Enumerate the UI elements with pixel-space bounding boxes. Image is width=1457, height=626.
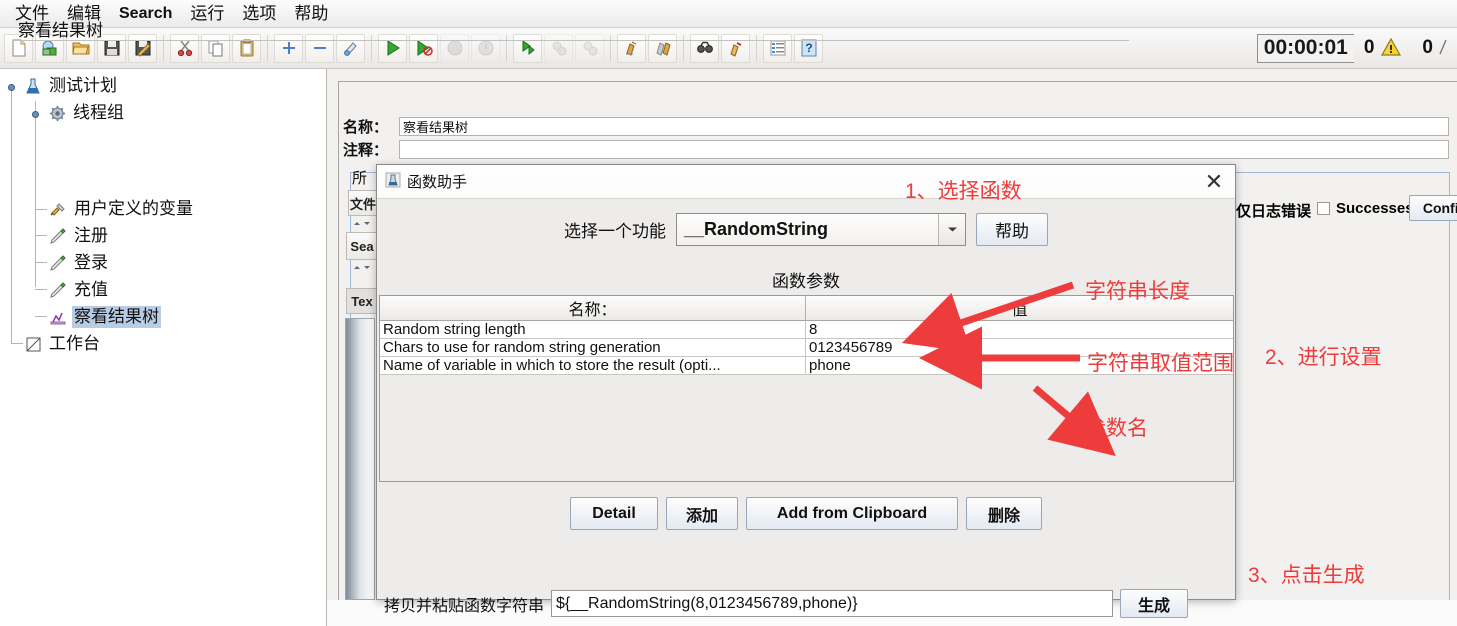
generated-string-input[interactable]: ${__RandomString(8,0123456789,phone)} [551,590,1114,617]
http-request-icon [48,281,68,299]
svg-text:?: ? [805,41,812,55]
generate-button[interactable]: 生成 [1120,589,1189,618]
tree-node-label: 充值 [74,280,108,299]
param-name: Name of variable in which to store the r… [380,357,806,374]
function-select-combo[interactable]: __RandomString [676,213,966,246]
successes-checkbox[interactable]: Successes [1317,200,1414,217]
workbench-icon [23,335,43,353]
warning-count-value: 0 [1363,37,1375,58]
detail-button[interactable]: Detail [570,497,658,530]
add-button[interactable]: 添加 [666,497,738,530]
search-tab[interactable]: Sea [346,232,378,260]
param-name: Random string length [380,321,806,338]
dialog-button-row: Detail 添加 Add from Clipboard 删除 [377,497,1235,530]
user-variables-icon [48,200,68,218]
function-select-row: 选择一个功能 __RandomString 帮助 [377,213,1235,246]
tree-line [35,209,47,210]
tree-node-login[interactable]: 登录 [48,250,110,276]
function-helper-app-icon [385,172,401,191]
tree-node-test-plan[interactable]: 测试计划 [23,73,119,99]
annotation-step-2: 2、进行设置 [1265,346,1382,369]
config-button[interactable]: Config [1409,195,1457,221]
dialog-title-text: 函数助手 [407,174,468,191]
tree-expand-handle-test-plan[interactable] [7,80,16,91]
tree-node-label: 察看结果树 [72,306,161,328]
tree-node-register[interactable]: 注册 [48,223,110,249]
tree-node-label: 用户定义的变量 [74,199,193,218]
add-from-clipboard-button[interactable]: Add from Clipboard [746,497,958,530]
search-spinner[interactable] [348,262,376,273]
close-icon[interactable]: ✕ [1201,169,1227,194]
generated-string-label: 拷贝并粘贴函数字符串 [384,597,545,615]
tree-line [11,89,12,343]
name-label: 名称： [343,118,389,136]
checkbox-box[interactable] [1317,202,1330,215]
all-label: 所 [352,170,368,187]
status-area: 00:00:01 0 0 [1256,30,1457,66]
tree-node-label: 线程组 [73,103,124,122]
tree-node-user-variables[interactable]: 用户定义的变量 [48,196,195,222]
tree-node-view-results-tree[interactable]: 察看结果树 [48,304,161,330]
threads-icon [1439,37,1447,60]
tree-node-label: 登录 [74,253,108,272]
comment-row: 注释： [343,138,1457,160]
tree-line [35,235,47,236]
tree-node-thread-group[interactable]: 线程组 [47,100,126,126]
tree-line [35,262,47,263]
file-spinner[interactable] [348,218,376,229]
tree-node-label: 工作台 [49,334,100,353]
log-errors-label: 仅日志错误 [1236,200,1311,221]
annotation-param-name: 参数名 [1085,417,1148,440]
column-header-name[interactable]: 名称： [380,296,806,320]
tree-line [11,343,23,344]
parameters-table[interactable]: 名称： 值 Random string length 8 Chars to us… [379,295,1234,482]
view-results-tree-icon [48,308,68,326]
test-plan-icon [23,77,43,95]
text-tab[interactable]: Tex [346,288,378,314]
vertical-scrollbar[interactable] [345,318,375,600]
help-button[interactable]: 帮助 [976,213,1048,246]
dialog-title-bar[interactable]: 函数助手 ✕ [377,165,1235,199]
warning-icon [1380,37,1402,60]
function-helper-dialog: 函数助手 ✕ 选择一个功能 __RandomString 帮助 函数参数 名称：… [376,164,1236,618]
annotation-string-range: 字符串取值范围 [1087,352,1234,375]
tree-node-recharge[interactable]: 充值 [48,277,110,303]
tree-expand-handle-thread-group[interactable] [31,107,40,118]
thread-group-icon [47,104,67,122]
comment-label: 注释： [343,141,389,159]
elapsed-timer: 00:00:01 [1256,33,1354,63]
comment-input[interactable] [399,139,1449,159]
dialog-body: 选择一个功能 __RandomString 帮助 函数参数 名称： 值 Rand… [377,199,1235,618]
error-count: 0 [1412,37,1457,60]
tree-node-label: 注册 [74,226,108,245]
name-input[interactable]: 察看结果树 [399,116,1449,136]
tree-line [35,101,36,287]
test-plan-tree[interactable]: 测试计划 线程组 用户定义的变量 注册 登录 充值 察看结果树 工作台 [0,69,327,626]
http-request-icon [48,254,68,272]
warning-count: 0 [1354,37,1413,60]
tree-node-workbench[interactable]: 工作台 [23,331,102,357]
tree-node-label: 测试计划 [49,76,117,95]
name-row: 名称： 察看结果树 [343,115,1457,137]
chevron-down-icon[interactable] [938,214,965,245]
annotation-step-3: 3、点击生成 [1248,564,1365,587]
param-name: Chars to use for random string generatio… [380,339,806,356]
param-value[interactable]: 8 [806,321,1233,338]
panel-title: 察看结果树 [12,14,1129,41]
delete-button[interactable]: 删除 [966,497,1042,530]
annotation-string-length: 字符串长度 [1085,280,1190,303]
function-select-value: __RandomString [684,219,829,239]
table-row[interactable]: Random string length 8 [380,321,1233,339]
tree-line [35,289,47,290]
annotation-step-1: 1、选择函数 [905,180,1022,203]
generated-string-row: 拷贝并粘贴函数字符串 ${__RandomString(8,0123456789… [377,589,1235,618]
function-select-label: 选择一个功能 [564,222,666,241]
successes-label: Successes [1336,200,1414,217]
file-tab[interactable]: 文件 [348,190,378,216]
error-count-value: 0 [1422,37,1433,58]
log-errors-text: 仅日志错误 [1236,203,1312,220]
tree-line [35,316,47,317]
http-request-icon [48,227,68,245]
